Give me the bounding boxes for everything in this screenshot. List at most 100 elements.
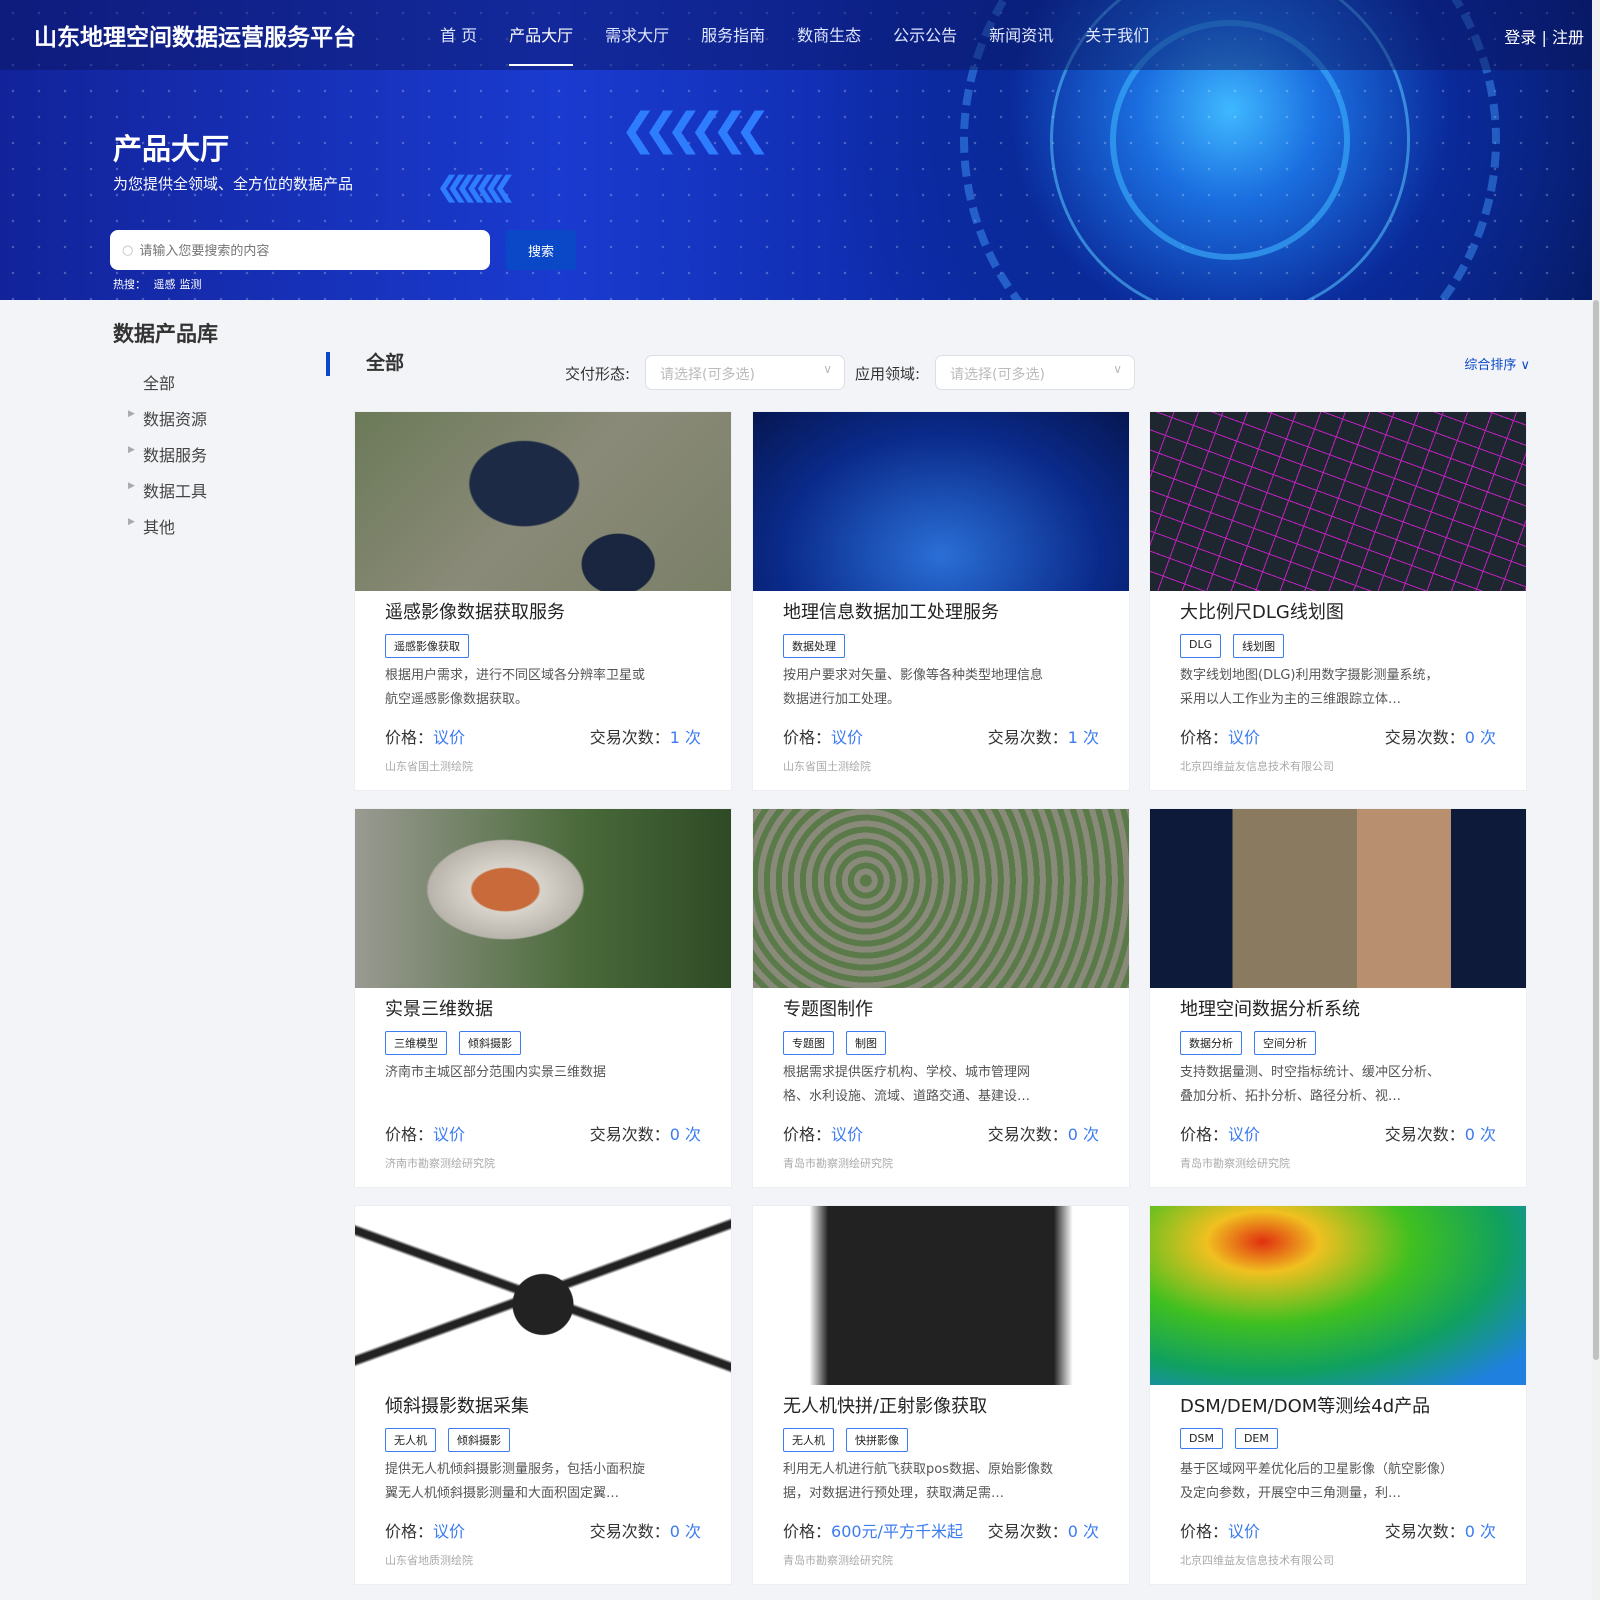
sidebar-item-resources[interactable]: ▶ 数据资源 [128, 406, 207, 442]
search-button[interactable]: 搜索 [506, 230, 576, 270]
nav-news[interactable]: 新闻资讯 [989, 22, 1053, 66]
product-trade-count: 交易次数：0 次 [1384, 1125, 1496, 1144]
product-image[interactable] [1150, 1206, 1526, 1385]
product-tag[interactable]: 数据分析 [1180, 1031, 1242, 1055]
product-price: 价格：议价 [385, 728, 466, 747]
product-title[interactable]: 倾斜摄影数据采集 [385, 1392, 529, 1418]
nav-notices[interactable]: 公示公告 [893, 22, 957, 66]
product-tag[interactable]: 无人机 [385, 1428, 436, 1452]
product-tag[interactable]: 倾斜摄影 [459, 1031, 521, 1055]
product-title[interactable]: 专题图制作 [783, 995, 873, 1021]
sidebar-item-other[interactable]: ▶ 其他 [128, 514, 207, 550]
product-description: 基于区域网平差优化后的卫星影像（航空影像）及定向参数，开展空中三角测量，利… [1180, 1462, 1447, 1501]
product-title[interactable]: 地理空间数据分析系统 [1180, 995, 1360, 1021]
product-tag[interactable]: 三维模型 [385, 1031, 447, 1055]
nav-home[interactable]: 首 页 [440, 22, 477, 66]
product-tag[interactable]: 无人机 [783, 1428, 834, 1452]
product-provider: 山东省地质测绘院 [385, 1554, 473, 1567]
product-provider: 青岛市勘察测绘研究院 [783, 1554, 893, 1567]
product-tag[interactable]: 专题图 [783, 1031, 834, 1055]
product-tag[interactable]: 快拼影像 [846, 1428, 908, 1452]
product-image[interactable] [753, 1206, 1129, 1385]
nav-products[interactable]: 产品大厅 [509, 22, 574, 66]
field-select[interactable]: 请选择(可多选) ∨ [935, 355, 1135, 390]
product-title[interactable]: DSM/DEM/DOM等测绘4d产品 [1180, 1392, 1430, 1418]
product-tag[interactable]: 遥感影像获取 [385, 634, 469, 658]
sidebar-item-services[interactable]: ▶ 数据服务 [128, 442, 207, 478]
page-title: 产品大厅 [113, 132, 230, 166]
sidebar: 全部 ▶ 数据资源 ▶ 数据服务 ▶ 数据工具 ▶ 其他 [128, 370, 207, 550]
chevron-down-icon: ∨ [823, 362, 832, 376]
nav-guide[interactable]: 服务指南 [701, 22, 765, 66]
product-title[interactable]: 无人机快拼/正射影像获取 [783, 1392, 987, 1418]
register-link[interactable]: 注册 [1552, 28, 1584, 47]
field-label: 应用领域: [855, 365, 921, 383]
product-title[interactable]: 实景三维数据 [385, 995, 493, 1021]
product-image[interactable] [753, 412, 1129, 591]
sidebar-item-label: 全部 [143, 374, 176, 393]
product-image[interactable] [355, 809, 731, 988]
scrollbar[interactable] [1592, 0, 1600, 1600]
scrollbar-thumb[interactable] [1593, 300, 1599, 1360]
product-description: 支持数据量测、时空指标统计、缓冲区分析、叠加分析、拓扑分析、路径分析、视… [1180, 1065, 1441, 1104]
sort-label: 综合排序 [1464, 358, 1517, 373]
sidebar-item-label: 数据服务 [143, 446, 208, 465]
product-card[interactable]: 遥感影像数据获取服务 遥感影像获取 根据用户需求，进行不同区域各分辨率卫星或航空… [354, 411, 732, 791]
delivery-label: 交付形态: [565, 365, 631, 383]
sidebar-item-all[interactable]: 全部 [128, 370, 207, 406]
product-card[interactable]: 专题图制作 专题图 制图 根据需求提供医疗机构、学校、城市管理网格、水利设施、流域… [752, 808, 1130, 1188]
product-tag[interactable]: DEM [1234, 1428, 1278, 1449]
sidebar-title: 数据产品库 [113, 322, 218, 346]
nav-ecosystem[interactable]: 数商生态 [797, 22, 861, 66]
product-price: 价格：议价 [783, 1125, 864, 1144]
product-description: 根据用户需求，进行不同区域各分辨率卫星或航空遥感影像数据获取。 [385, 668, 646, 707]
nav-demands[interactable]: 需求大厅 [605, 22, 669, 66]
product-tag[interactable]: 数据处理 [783, 634, 845, 658]
product-image[interactable] [355, 412, 731, 591]
product-title[interactable]: 遥感影像数据获取服务 [385, 598, 565, 624]
product-image[interactable] [1150, 412, 1526, 591]
category-heading: 全部 [366, 352, 405, 374]
login-link[interactable]: 登录 [1504, 28, 1536, 47]
product-price: 价格：600元/平方千米起 [783, 1522, 963, 1541]
product-trade-count: 交易次数：0 次 [987, 1522, 1099, 1541]
product-tag[interactable]: DSM [1180, 1428, 1223, 1449]
hot-tag[interactable]: 监测 [180, 278, 202, 291]
product-tags: DLG 线划图 [1180, 634, 1285, 658]
product-card[interactable]: 地理信息数据加工处理服务 数据处理 按用户要求对矢量、影像等各种类型地理信息数据… [752, 411, 1130, 791]
caret-right-icon: ▶ [128, 481, 135, 491]
product-tag[interactable]: 倾斜摄影 [448, 1428, 510, 1452]
site-logo[interactable]: 山东地理空间数据运营服务平台 [34, 18, 356, 52]
chevrons-decor: ❮❮❮❮❮❮ [620, 104, 771, 155]
delivery-select[interactable]: 请选择(可多选) ∨ [645, 355, 845, 390]
product-card[interactable]: 无人机快拼/正射影像获取 无人机 快拼影像 利用无人机进行航飞获取pos数据、原始… [752, 1205, 1130, 1585]
product-price: 价格：议价 [1180, 1522, 1261, 1541]
product-image[interactable] [1150, 809, 1526, 988]
product-tag[interactable]: DLG [1180, 634, 1222, 658]
product-card[interactable]: 地理空间数据分析系统 数据分析 空间分析 支持数据量测、时空指标统计、缓冲区分析、… [1149, 808, 1527, 1188]
product-tag[interactable]: 空间分析 [1254, 1031, 1316, 1055]
sidebar-item-tools[interactable]: ▶ 数据工具 [128, 478, 207, 514]
product-title[interactable]: 大比例尺DLG线划图 [1180, 598, 1344, 624]
search-input[interactable] [139, 242, 470, 258]
product-tag[interactable]: 线划图 [1233, 634, 1285, 658]
nav-about[interactable]: 关于我们 [1085, 22, 1149, 66]
product-card[interactable]: 大比例尺DLG线划图 DLG 线划图 数字线划地图(DLG)利用数字摄影测量系统，… [1149, 411, 1527, 791]
product-tag[interactable]: 制图 [846, 1031, 886, 1055]
product-trade-count: 交易次数：0 次 [1384, 728, 1496, 747]
sidebar-item-label: 其他 [143, 518, 176, 537]
product-image[interactable] [355, 1206, 731, 1385]
product-provider: 北京四维益友信息技术有限公司 [1180, 1554, 1334, 1567]
product-card[interactable]: 倾斜摄影数据采集 无人机 倾斜摄影 提供无人机倾斜摄影测量服务，包括小面积旋翼无人… [354, 1205, 732, 1585]
product-description: 利用无人机进行航飞获取pos数据、原始影像数据，对数据进行预处理，获取满足需… [783, 1462, 1053, 1501]
hot-tag[interactable]: 遥感 [154, 278, 176, 291]
product-trade-count: 交易次数：0 次 [987, 1125, 1099, 1144]
product-title[interactable]: 地理信息数据加工处理服务 [783, 598, 999, 624]
sort-dropdown[interactable]: 综合排序 ∨ [1464, 354, 1530, 373]
product-provider: 青岛市勘察测绘研究院 [783, 1157, 893, 1170]
product-description: 按用户要求对矢量、影像等各种类型地理信息数据进行加工处理。 [783, 668, 1044, 707]
chevron-down-icon: ∨ [1520, 358, 1530, 373]
product-image[interactable] [753, 809, 1129, 988]
product-card[interactable]: 实景三维数据 三维模型 倾斜摄影 济南市主城区部分范围内实景三维数据 价格：议价 … [354, 808, 732, 1188]
product-card[interactable]: DSM/DEM/DOM等测绘4d产品 DSM DEM 基于区域网平差优化后的卫星影… [1149, 1205, 1527, 1585]
